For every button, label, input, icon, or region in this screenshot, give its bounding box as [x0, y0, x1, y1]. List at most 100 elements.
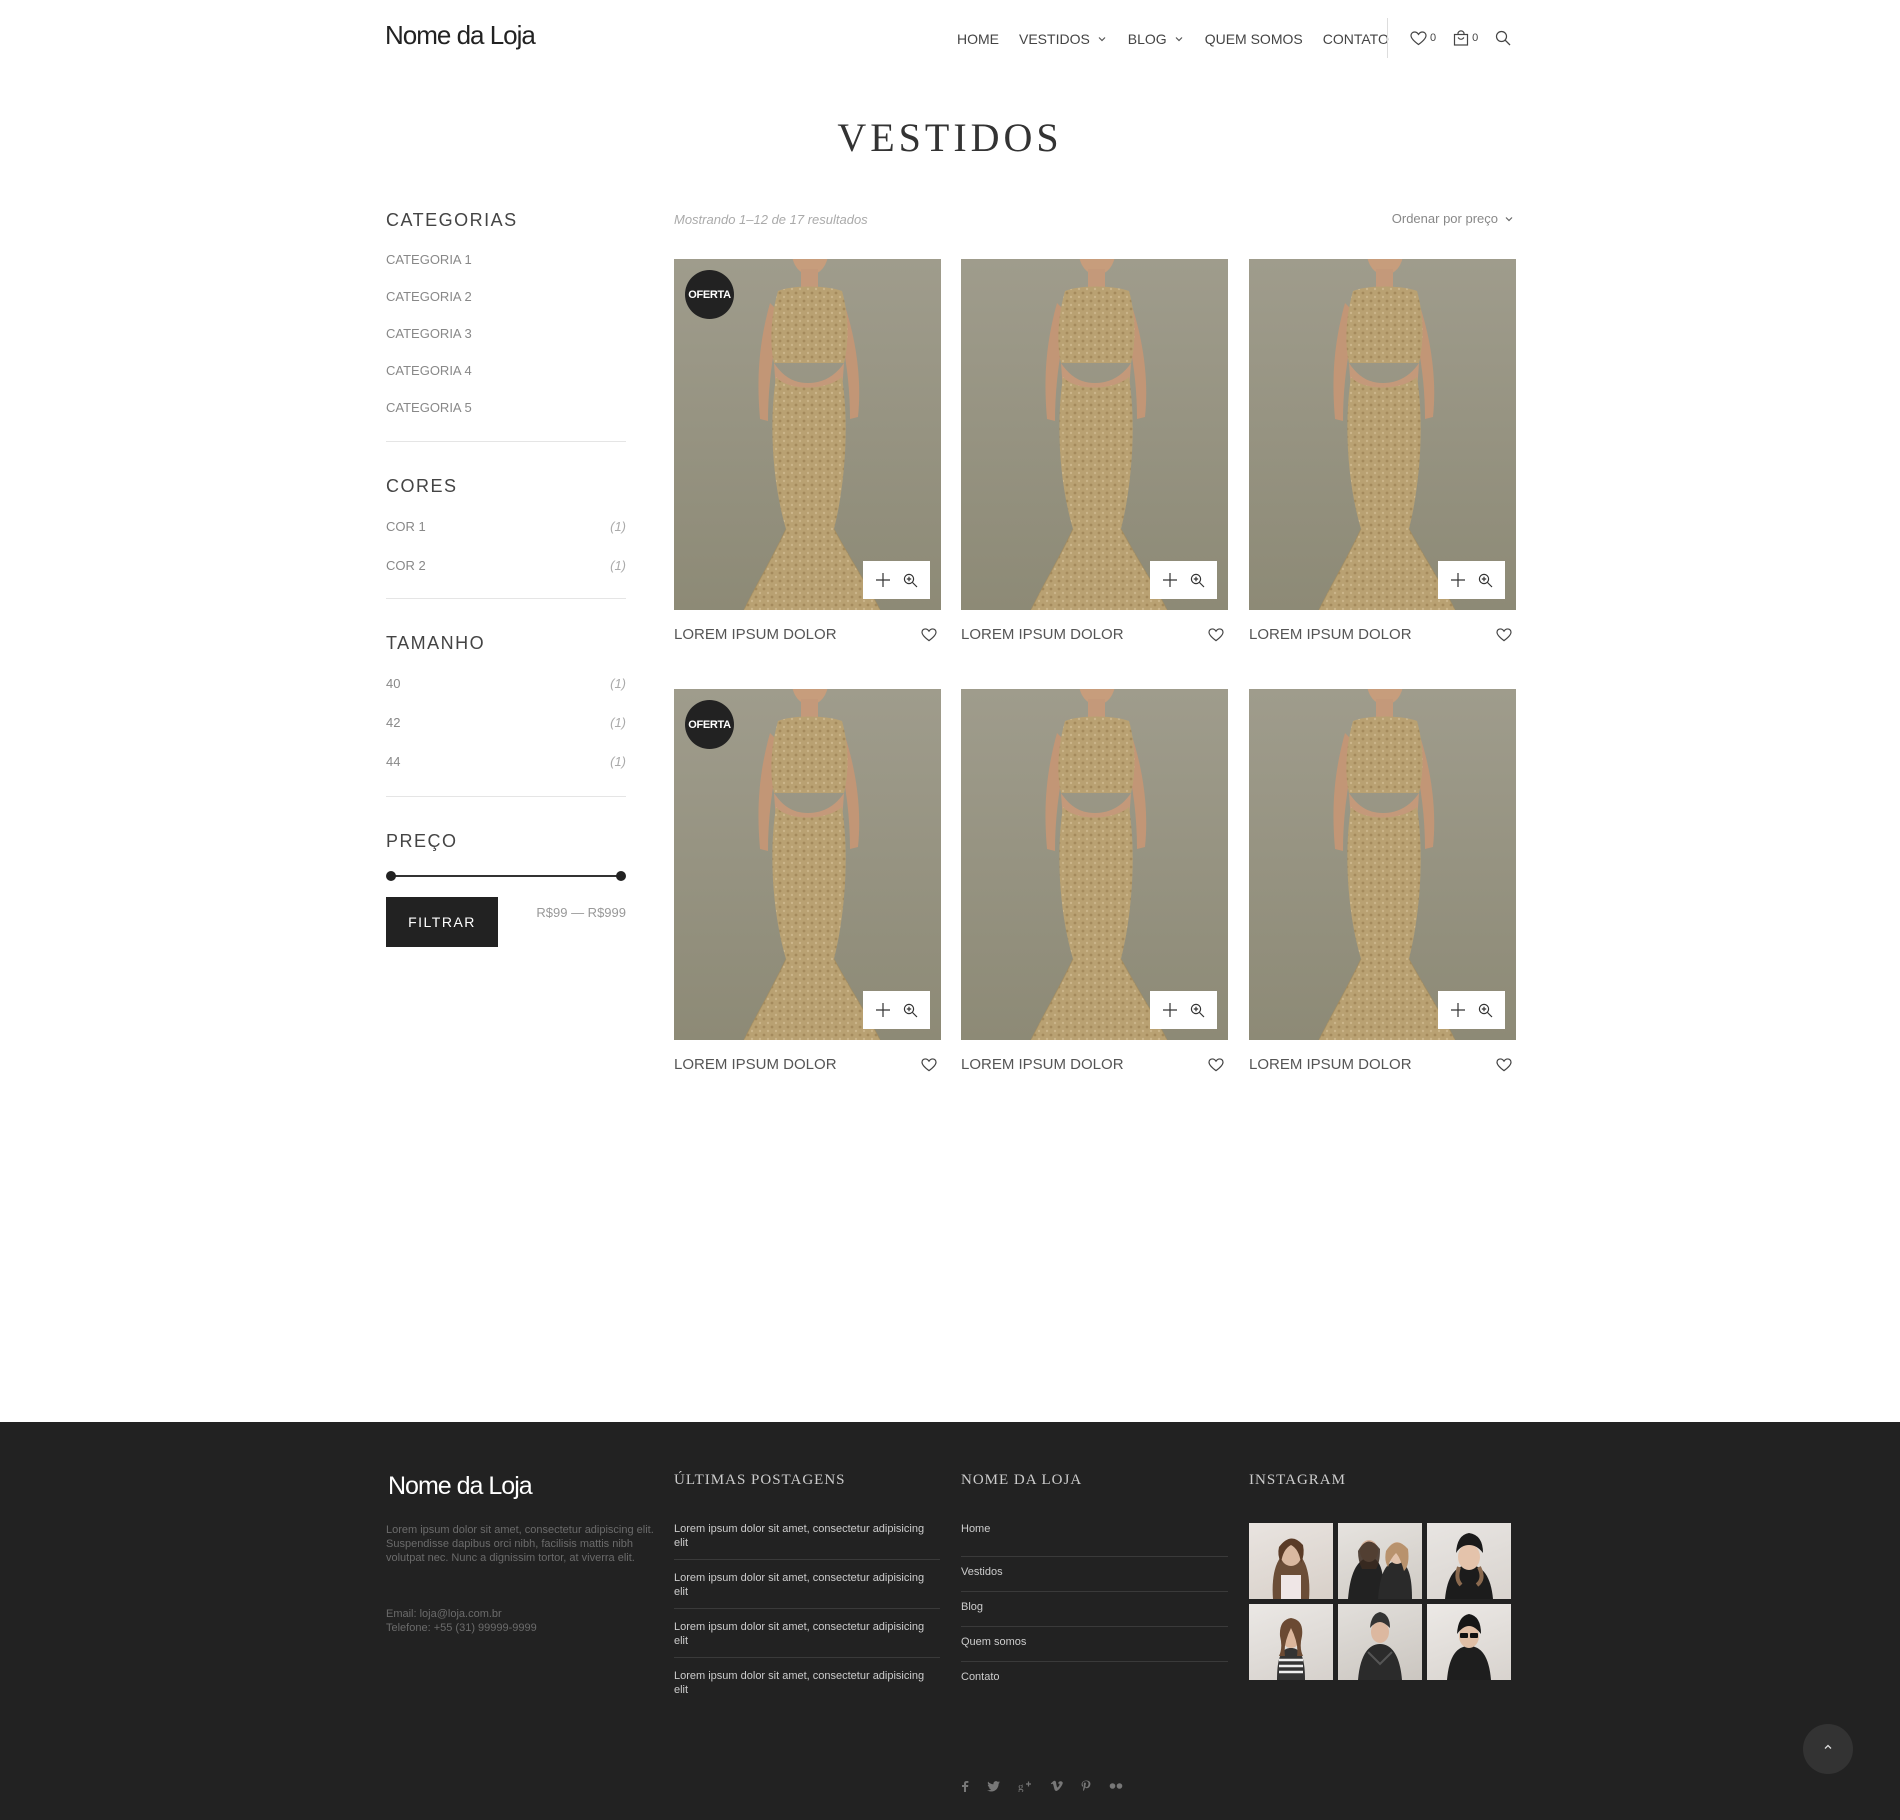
instagram-photo[interactable]	[1427, 1604, 1511, 1680]
add-to-cart-icon[interactable]	[1450, 572, 1466, 588]
zoom-icon[interactable]	[1478, 1003, 1493, 1018]
wishlist-button[interactable]: 0	[1407, 30, 1436, 46]
pinterest-icon[interactable]	[1081, 1780, 1091, 1792]
product-card[interactable]: OFERTA LOREM IPSUM DOLOR	[674, 689, 941, 1073]
color-filter-item[interactable]: COR 1 (1)	[386, 507, 626, 546]
category-link[interactable]: CATEGORIA 2	[386, 278, 626, 315]
footer-link-contato[interactable]: Contato	[961, 1662, 1228, 1697]
product-card[interactable]: LOREM IPSUM DOLOR	[961, 689, 1228, 1073]
nav-item-home[interactable]: HOME	[957, 31, 999, 47]
filter-button[interactable]: FILTRAR	[386, 897, 498, 947]
svg-text:g: g	[1018, 1781, 1024, 1792]
product-name[interactable]: LOREM IPSUM DOLOR	[674, 626, 837, 643]
post-link[interactable]: Lorem ipsum dolor sit amet, consectetur …	[674, 1620, 940, 1658]
price-slider[interactable]	[386, 870, 626, 882]
heart-icon[interactable]	[1208, 627, 1224, 642]
add-to-cart-icon[interactable]	[875, 1002, 891, 1018]
facebook-icon[interactable]	[961, 1780, 969, 1792]
heart-icon[interactable]	[921, 627, 937, 642]
zoom-icon[interactable]	[1190, 573, 1205, 588]
zoom-icon[interactable]	[903, 573, 918, 588]
size-label: 42	[386, 715, 401, 730]
heart-icon[interactable]	[1496, 1057, 1512, 1072]
product-image[interactable]: OFERTA	[674, 259, 941, 610]
vimeo-icon[interactable]	[1050, 1780, 1063, 1792]
zoom-icon[interactable]	[1478, 573, 1493, 588]
nav-item-label: BLOG	[1127, 31, 1167, 47]
product-image[interactable]	[1249, 689, 1516, 1040]
back-to-top-button[interactable]	[1803, 1724, 1853, 1774]
product-card[interactable]: LOREM IPSUM DOLOR	[1249, 689, 1516, 1073]
size-filter-item[interactable]: 42 (1)	[386, 703, 626, 742]
price-slider-min-handle[interactable]	[386, 871, 396, 881]
categories-title: CATEGORIAS	[386, 210, 518, 230]
size-label: 44	[386, 754, 401, 769]
product-card[interactable]: LOREM IPSUM DOLOR	[961, 259, 1228, 643]
product-name[interactable]: LOREM IPSUM DOLOR	[1249, 1056, 1412, 1073]
instagram-title: INSTAGRAM	[1249, 1472, 1346, 1488]
chevron-up-icon	[1822, 1740, 1834, 1758]
google-plus-icon[interactable]: g	[1018, 1780, 1032, 1792]
heart-icon[interactable]	[1496, 627, 1512, 642]
color-filter-item[interactable]: COR 2 (1)	[386, 546, 626, 585]
price-slider-max-handle[interactable]	[616, 871, 626, 881]
flickr-icon[interactable]	[1109, 1782, 1123, 1790]
footer-link-home[interactable]: Home	[961, 1522, 1228, 1557]
color-count: (1)	[610, 519, 626, 534]
footer-links: Home Vestidos Blog Quem somos Contato	[961, 1522, 1228, 1697]
instagram-photo[interactable]	[1427, 1523, 1511, 1599]
product-card[interactable]: OFERTA LOREM IPSUM DOLOR	[674, 259, 941, 643]
category-link[interactable]: CATEGORIA 3	[386, 315, 626, 352]
zoom-icon[interactable]	[1190, 1003, 1205, 1018]
nav-item-blog[interactable]: BLOG	[1128, 31, 1185, 47]
size-count: (1)	[610, 715, 626, 730]
instagram-photo[interactable]	[1249, 1604, 1333, 1680]
product-actions	[863, 561, 930, 599]
heart-icon[interactable]	[1208, 1057, 1224, 1072]
heart-icon[interactable]	[921, 1057, 937, 1072]
search-icon	[1495, 30, 1511, 46]
add-to-cart-icon[interactable]	[1450, 1002, 1466, 1018]
footer-links-title: NOME DA LOJA	[961, 1472, 1083, 1488]
footer-link-blog[interactable]: Blog	[961, 1592, 1228, 1627]
add-to-cart-icon[interactable]	[1162, 572, 1178, 588]
twitter-icon[interactable]	[987, 1780, 1000, 1792]
store-logo[interactable]: Nome da Loja	[385, 20, 536, 51]
add-to-cart-icon[interactable]	[875, 572, 891, 588]
category-link[interactable]: CATEGORIA 5	[386, 389, 626, 426]
product-name[interactable]: LOREM IPSUM DOLOR	[674, 1056, 837, 1073]
product-name[interactable]: LOREM IPSUM DOLOR	[1249, 626, 1412, 643]
nav-item-contato[interactable]: CONTATO	[1323, 31, 1389, 47]
instagram-photo[interactable]	[1338, 1523, 1422, 1599]
size-filter-item[interactable]: 40 (1)	[386, 664, 626, 703]
product-image[interactable]: OFERTA	[674, 689, 941, 1040]
post-link[interactable]: Lorem ipsum dolor sit amet, consectetur …	[674, 1522, 940, 1560]
product-image[interactable]	[961, 689, 1228, 1040]
instagram-photo[interactable]	[1338, 1604, 1422, 1680]
cart-button[interactable]: 0	[1450, 30, 1478, 46]
product-name[interactable]: LOREM IPSUM DOLOR	[961, 1056, 1124, 1073]
nav-item-quem-somos[interactable]: QUEM SOMOS	[1205, 31, 1303, 47]
post-link[interactable]: Lorem ipsum dolor sit amet, consectetur …	[674, 1571, 940, 1609]
divider	[386, 441, 626, 442]
sale-badge: OFERTA	[685, 700, 734, 749]
add-to-cart-icon[interactable]	[1162, 1002, 1178, 1018]
product-image[interactable]	[961, 259, 1228, 610]
nav-item-vestidos[interactable]: VESTIDOS	[1019, 31, 1108, 47]
footer-link-vestidos[interactable]: Vestidos	[961, 1557, 1228, 1592]
product-card[interactable]: LOREM IPSUM DOLOR	[1249, 259, 1516, 643]
product-name[interactable]: LOREM IPSUM DOLOR	[961, 626, 1124, 643]
instagram-photo[interactable]	[1249, 1523, 1333, 1599]
footer-link-quem-somos[interactable]: Quem somos	[961, 1627, 1228, 1662]
cart-count: 0	[1472, 32, 1479, 44]
category-link[interactable]: CATEGORIA 1	[386, 241, 626, 278]
size-filter-item[interactable]: 44 (1)	[386, 742, 626, 781]
post-link[interactable]: Lorem ipsum dolor sit amet, consectetur …	[674, 1669, 940, 1706]
footer-logo[interactable]: Nome da Loja	[388, 1472, 533, 1501]
product-image[interactable]	[1249, 259, 1516, 610]
category-link[interactable]: CATEGORIA 4	[386, 352, 626, 389]
sort-dropdown[interactable]: Ordenar por preço	[1392, 211, 1514, 226]
zoom-icon[interactable]	[903, 1003, 918, 1018]
search-button[interactable]	[1492, 30, 1511, 46]
product-actions	[863, 991, 930, 1029]
